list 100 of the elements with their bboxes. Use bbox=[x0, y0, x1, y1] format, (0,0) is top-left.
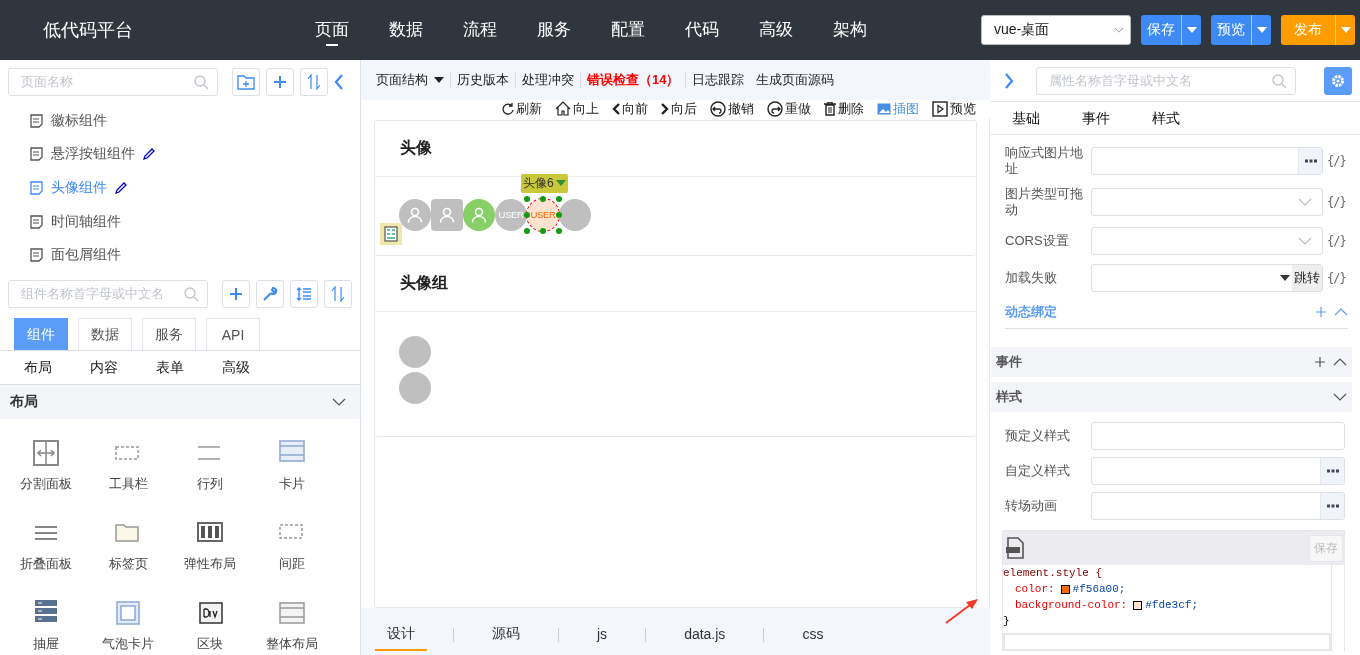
toolbar-button[interactable]: 插图 bbox=[877, 99, 919, 118]
nav-tab[interactable]: 配置 bbox=[611, 12, 645, 48]
menu-item[interactable]: 处理冲突 bbox=[515, 71, 580, 88]
component-item[interactable]: 工具栏 bbox=[87, 435, 169, 493]
resize-handle[interactable] bbox=[524, 227, 530, 234]
page-item[interactable]: 徽标组件 bbox=[30, 104, 360, 138]
avatar[interactable] bbox=[431, 198, 463, 231]
component-item[interactable]: 弹性布局 bbox=[169, 515, 251, 573]
nav-tab[interactable]: 高级 bbox=[759, 12, 793, 48]
component-item[interactable]: 折叠面板 bbox=[5, 515, 87, 573]
add-button[interactable] bbox=[266, 68, 294, 96]
add-button[interactable] bbox=[222, 280, 250, 308]
nav-tab[interactable]: 数据 bbox=[389, 12, 423, 48]
nav-tab[interactable]: 架构 bbox=[833, 12, 867, 48]
toolbar-button[interactable]: 向后 bbox=[661, 99, 697, 118]
add-folder-button[interactable] bbox=[232, 68, 260, 96]
page-item[interactable]: 时间轴组件 bbox=[30, 204, 360, 239]
resize-handle[interactable] bbox=[540, 195, 546, 202]
menu-item[interactable]: 日志跟踪 bbox=[685, 71, 751, 88]
tab[interactable]: css bbox=[790, 620, 836, 651]
sort-button[interactable] bbox=[300, 68, 328, 96]
tab[interactable]: API bbox=[206, 318, 260, 350]
tab[interactable]: 样式 bbox=[1152, 110, 1180, 128]
tab[interactable]: 设计 bbox=[375, 619, 427, 652]
select-field[interactable] bbox=[1091, 227, 1323, 255]
component-item[interactable]: 标签页 bbox=[87, 515, 169, 573]
form-tool-button[interactable] bbox=[380, 222, 402, 245]
section-header[interactable]: 事件 bbox=[991, 347, 1352, 377]
avatar[interactable] bbox=[463, 198, 495, 231]
binding-button[interactable]: {/} bbox=[1327, 234, 1346, 248]
tab[interactable]: 数据 bbox=[78, 318, 132, 350]
nav-tab[interactable]: 服务 bbox=[537, 12, 571, 48]
binding-button[interactable]: {/} bbox=[1327, 195, 1346, 209]
tab[interactable]: data.js bbox=[672, 620, 738, 651]
menu-item[interactable]: 页面结构 bbox=[376, 71, 450, 88]
input-field[interactable] bbox=[1091, 422, 1345, 450]
category-tab[interactable]: 高级 bbox=[222, 358, 288, 377]
tab[interactable]: 源码 bbox=[480, 619, 532, 652]
more-button[interactable] bbox=[1320, 493, 1344, 519]
select-field[interactable] bbox=[1091, 188, 1323, 216]
component-item[interactable]: 整体布局 bbox=[251, 595, 333, 653]
avatar[interactable] bbox=[559, 198, 591, 231]
select-field[interactable]: 跳转 bbox=[1091, 264, 1323, 292]
page-item[interactable]: 头像组件 bbox=[30, 171, 360, 205]
toolbar-button[interactable]: 向前 bbox=[612, 99, 648, 118]
resize-handle[interactable] bbox=[524, 195, 530, 202]
jump-button[interactable]: 跳转 bbox=[1292, 265, 1322, 291]
avatar[interactable] bbox=[399, 335, 431, 368]
environment-select[interactable]: vue-桌面 bbox=[981, 15, 1131, 45]
toolbar-button[interactable]: 预览 bbox=[932, 99, 976, 118]
toolbar-button[interactable]: 向上 bbox=[555, 99, 599, 118]
more-button[interactable] bbox=[1298, 148, 1322, 174]
avatar[interactable] bbox=[399, 198, 431, 231]
menu-item[interactable]: 生成页面源码 bbox=[750, 71, 841, 88]
expand-button[interactable] bbox=[1004, 72, 1014, 89]
resize-handle[interactable] bbox=[524, 211, 530, 218]
dropdown-button[interactable] bbox=[1181, 15, 1201, 45]
line-height-button[interactable] bbox=[290, 280, 318, 308]
settings-button[interactable] bbox=[256, 280, 284, 308]
sort-button[interactable] bbox=[324, 280, 352, 308]
category-tab[interactable]: 表单 bbox=[156, 358, 222, 377]
category-tab[interactable]: 布局 bbox=[24, 358, 90, 377]
component-item[interactable]: 气泡卡片 bbox=[87, 595, 169, 653]
menu-item[interactable]: 历史版本 bbox=[450, 71, 515, 88]
section-header[interactable]: 布局 bbox=[0, 385, 360, 419]
binding-button[interactable]: {/} bbox=[1327, 271, 1346, 285]
toolbar-button[interactable]: 重做 bbox=[767, 99, 811, 118]
component-item[interactable]: 卡片 bbox=[251, 435, 333, 493]
tab[interactable]: js bbox=[585, 620, 620, 651]
nav-tab[interactable]: 代码 bbox=[685, 12, 719, 48]
input-field[interactable] bbox=[1091, 457, 1345, 485]
more-button[interactable] bbox=[1320, 458, 1344, 484]
tab[interactable]: 服务 bbox=[142, 318, 196, 350]
avatar[interactable] bbox=[399, 371, 431, 404]
resize-handle[interactable] bbox=[540, 227, 546, 234]
binding-button[interactable]: {/} bbox=[1327, 154, 1346, 168]
component-item[interactable]: 区块 bbox=[169, 595, 251, 653]
component-item[interactable]: 分割面板 bbox=[5, 435, 87, 493]
resize-handle[interactable] bbox=[556, 195, 562, 202]
menu-item[interactable]: 错误检查（14） bbox=[580, 71, 686, 88]
component-item[interactable]: 行列 bbox=[169, 435, 251, 493]
toolbar-button[interactable]: 刷新 bbox=[502, 99, 542, 118]
component-item[interactable]: 抽屉 bbox=[5, 595, 87, 653]
dropdown-button[interactable] bbox=[1251, 15, 1271, 45]
page-item[interactable]: 悬浮按钮组件 bbox=[30, 137, 360, 172]
nav-tab[interactable]: 流程 bbox=[463, 12, 497, 48]
category-tab[interactable]: 内容 bbox=[90, 358, 156, 377]
input-field[interactable] bbox=[1091, 492, 1345, 520]
selection-label[interactable]: 头像6 bbox=[521, 173, 568, 193]
toolbar-button[interactable]: 撤销 bbox=[710, 99, 754, 118]
color-swatch[interactable] bbox=[1060, 584, 1070, 594]
input-field[interactable] bbox=[1091, 147, 1323, 175]
toolbar-button[interactable]: 删除 bbox=[824, 99, 864, 118]
dropdown-button[interactable] bbox=[1335, 15, 1355, 45]
component-item[interactable]: 间距 bbox=[251, 515, 333, 573]
tab[interactable]: 事件 bbox=[1082, 110, 1110, 128]
color-swatch[interactable] bbox=[1133, 600, 1143, 610]
section-header[interactable]: 样式 bbox=[991, 382, 1352, 412]
settings-button[interactable] bbox=[1324, 66, 1352, 95]
page-item[interactable]: 面包屑组件 bbox=[30, 238, 360, 272]
